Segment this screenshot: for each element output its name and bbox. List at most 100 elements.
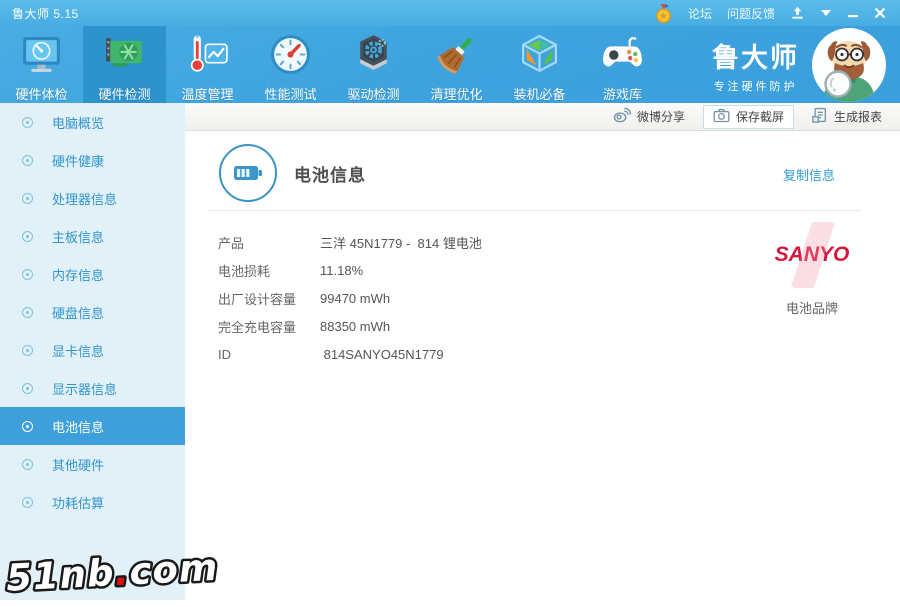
sanyo-logo-text: SANYO [774,243,850,266]
generate-report-label: 生成报表 [833,110,882,124]
tab-temperature[interactable]: 温度管理 [166,26,249,103]
battery-info-table: 产品 三洋 45N1779 - 814 锂电池 电池损耗 11.18% 出厂设计… [218,228,482,368]
sidebar-item-label: 硬盘信息 [52,305,105,321]
brand-slogan: 专注硬件防护 [713,80,798,93]
info-label: ID [218,346,231,362]
tab-essential-apps[interactable]: 装机必备 [498,26,581,103]
table-row: 完全充电容量 88350 mWh [218,312,482,340]
speed-gauge-icon [268,32,313,82]
software-cube-icon [517,32,562,82]
info-value: 三洋 45N1779 - 814 锂电池 [320,235,482,251]
sidebar-item-cpu-info[interactable]: 处理器信息 [0,179,185,217]
save-screenshot-label: 保存截屏 [735,110,784,124]
app-title: 鲁大师 5.15 [12,6,79,21]
table-row: ID 814SANYO45N1779 [218,340,482,368]
battery-icon [219,144,277,202]
sidebar-item-monitor-info[interactable]: 显示器信息 [0,369,185,407]
theme-skin-icon[interactable] [790,6,805,20]
radio-icon [22,306,33,318]
medal-icon[interactable] [654,3,673,24]
tab-label: 温度管理 [181,87,234,102]
radio-icon [22,420,33,432]
tab-game-library[interactable]: 游戏库 [581,26,664,103]
sidebar-item-label: 硬件健康 [52,153,105,169]
content-header: 电池信息 [219,144,366,202]
tab-label: 清理优化 [430,87,483,102]
radio-icon [22,192,33,204]
sidebar-item-other-hardware[interactable]: 其他硬件 [0,445,185,483]
report-doc-icon [812,107,828,126]
gpu-card-icon [102,32,147,82]
sidebar-item-hardware-health[interactable]: 硬件健康 [0,141,185,179]
sidebar-item-label: 主板信息 [52,229,105,245]
gear-hexagon-icon [351,32,396,82]
info-value: 88350 mWh [320,318,391,334]
sidebar-item-label: 处理器信息 [52,191,118,207]
broom-icon [434,32,479,82]
info-value: 99470 mWh [320,290,391,306]
radio-icon [22,268,33,280]
radio-icon [22,382,33,394]
sidebar-item-label: 电脑概览 [52,115,105,131]
sidebar-item-computer-overview[interactable]: 电脑概览 [0,103,185,141]
brand-area: 鲁大师 专注硬件防护 [712,26,900,103]
menu-dropdown-icon[interactable] [820,9,832,17]
thermometer-chart-icon [185,32,230,82]
table-row: 电池损耗 11.18% [218,256,482,284]
tab-label: 游戏库 [602,87,642,102]
sidebar-item-gpu-info[interactable]: 显卡信息 [0,331,185,369]
radio-icon [22,116,33,128]
camera-icon [713,108,730,126]
radio-icon [22,458,33,470]
sidebar-item-disk-info[interactable]: 硬盘信息 [0,293,185,331]
main-nav: 硬件体检 硬件检测 温度管理 性能测试 驱动检测 清理优化 装机必备 游戏库 鲁… [0,26,900,103]
tab-label: 性能测试 [264,87,317,102]
tab-hardware-test[interactable]: 硬件检测 [83,26,166,103]
tab-label: 硬件检测 [98,87,151,102]
brand-name: 鲁大师 [712,42,799,73]
info-label: 产品 [218,235,245,251]
sidebar-item-power-estimate[interactable]: 功耗估算 [0,483,185,521]
tab-hardware-exam[interactable]: 硬件体检 [0,26,83,103]
info-label: 电池损耗 [218,263,271,279]
close-button[interactable] [874,7,886,19]
weibo-icon [613,107,632,126]
sidebar-item-battery-info[interactable]: 电池信息 [0,407,185,445]
copy-info-link[interactable]: 复制信息 [783,165,835,184]
forum-link[interactable]: 论坛 [688,5,712,22]
monitor-radar-icon [19,32,64,82]
page-title: 电池信息 [294,165,366,185]
sidebar-item-label: 显卡信息 [52,343,105,359]
minimize-button[interactable] [847,7,859,19]
titlebar-controls: 论坛 问题反馈 [654,3,900,24]
sidebar-item-label: 电池信息 [52,419,105,435]
tab-benchmark[interactable]: 性能测试 [249,26,332,103]
gamepad-icon [600,32,645,82]
tab-label: 装机必备 [513,87,566,102]
sanyo-logo: SANYO [768,222,856,288]
feedback-link[interactable]: 问题反馈 [727,5,775,22]
table-row: 产品 三洋 45N1779 - 814 锂电池 [218,228,482,256]
secondary-toolbar: 微博分享 保存截屏 生成报表 [185,103,900,131]
tab-driver-detect[interactable]: 驱动检测 [332,26,415,103]
generate-report-button[interactable]: 生成报表 [812,107,882,126]
brand-text: 鲁大师 专注硬件防护 [712,36,799,94]
sidebar-item-memory-info[interactable]: 内存信息 [0,255,185,293]
info-value: 814SANYO45N1779 [320,346,444,362]
table-row: 出厂设计容量 99470 mWh [218,284,482,312]
battery-info-panel: 电池信息 复制信息 产品 三洋 45N1779 - 814 锂电池 电池损耗 1… [185,131,900,600]
sidebar-item-label: 显示器信息 [52,381,118,397]
tab-cleaner[interactable]: 清理优化 [415,26,498,103]
info-value: 11.18% [320,262,364,278]
save-screenshot-button[interactable]: 保存截屏 [702,104,794,129]
sidebar-item-label: 其他硬件 [52,457,105,473]
titlebar: 鲁大师 5.15 论坛 问题反馈 [0,0,900,26]
weibo-share-label: 微博分享 [636,110,685,124]
radio-icon [22,496,33,508]
weibo-share-button[interactable]: 微博分享 [613,107,685,126]
sidebar-item-label: 功耗估算 [52,495,105,511]
sidebar-item-motherboard-info[interactable]: 主板信息 [0,217,185,255]
radio-icon [22,344,33,356]
battery-brand-caption: 电池品牌 [785,301,838,316]
info-label: 出厂设计容量 [218,291,297,307]
